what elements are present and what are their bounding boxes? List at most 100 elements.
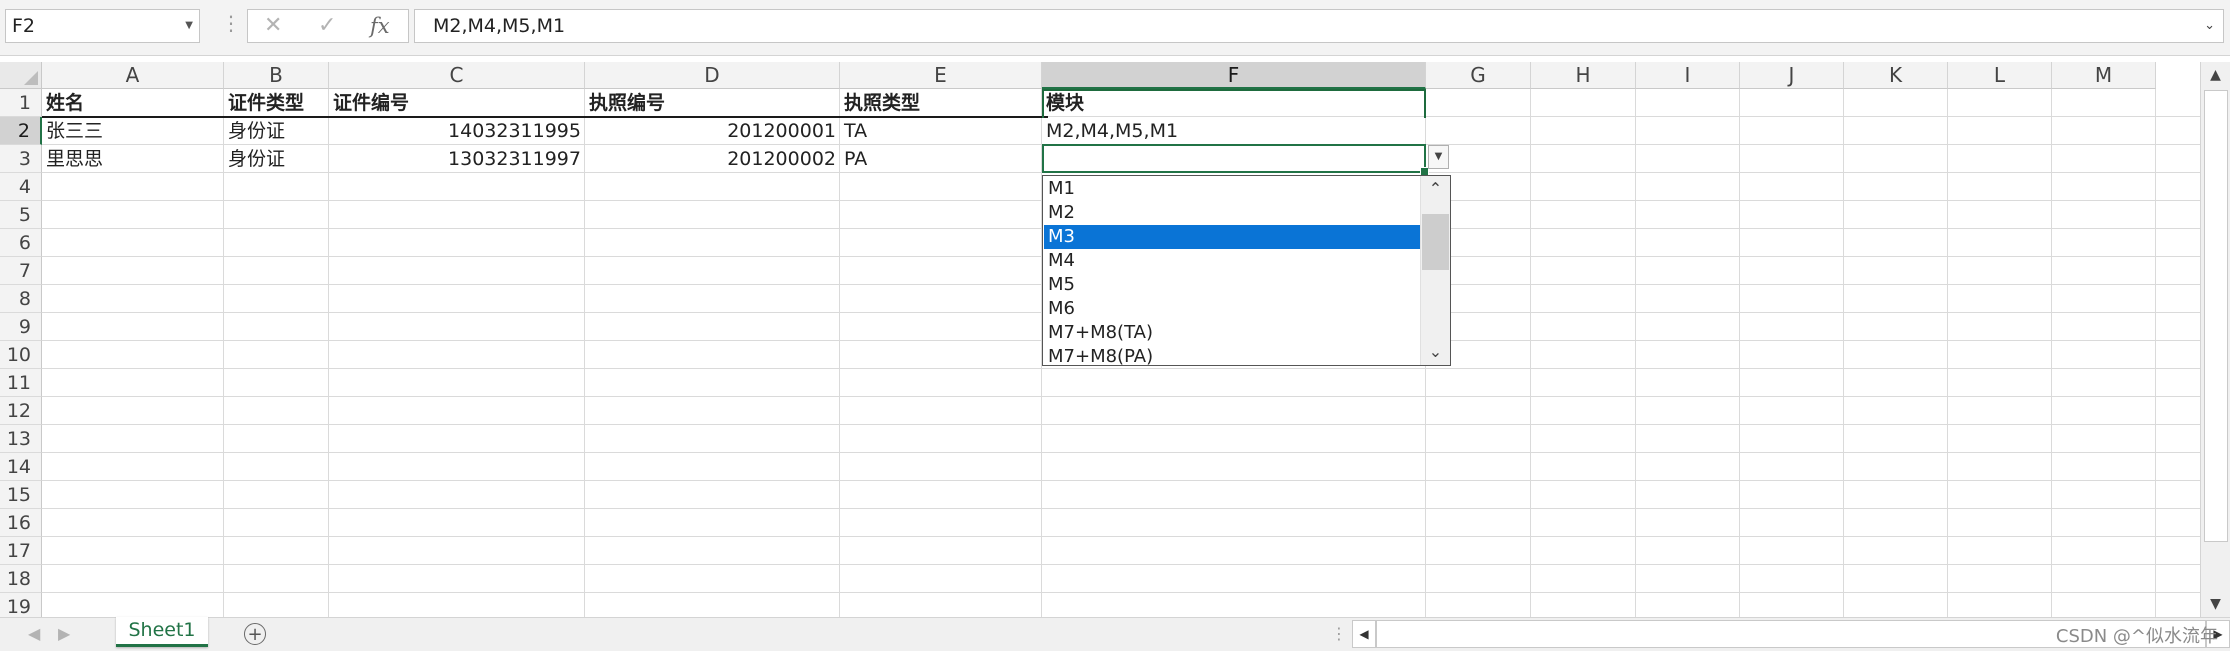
column-header-k[interactable]: K [1844, 62, 1948, 89]
dropdown-scroll-thumb[interactable] [1422, 214, 1449, 270]
row-header-14[interactable]: 14 [0, 453, 42, 481]
cancel-icon[interactable]: ✕ [264, 10, 282, 42]
dropdown-option[interactable]: M1 [1044, 177, 1421, 201]
chevron-down-icon[interactable]: ⌄ [1421, 339, 1450, 365]
validation-dropdown-list[interactable]: M1 M2 M3 M4 M5 M6 M7+M8(TA) M7+M8(PA) ⌃ ⌄ [1042, 175, 1451, 366]
row-header-1[interactable]: 1 [0, 89, 42, 117]
row-header-2[interactable]: 2 [0, 117, 42, 145]
row-header-10[interactable]: 10 [0, 341, 42, 369]
name-box[interactable]: F2 ▼ [5, 9, 200, 43]
formula-bar-grip-icon[interactable]: ⋮ [221, 13, 241, 33]
vertical-scrollbar[interactable]: ▲ ▼ [2200, 62, 2230, 617]
row-gridline [42, 536, 2200, 537]
formula-text: M2,M4,M5,M1 [433, 15, 566, 37]
dropdown-option[interactable]: M5 [1044, 273, 1421, 297]
column-header-f[interactable]: F [1042, 62, 1426, 89]
select-all-icon [24, 71, 38, 85]
cell-c1[interactable]: 证件编号 [329, 89, 585, 116]
row-header-9[interactable]: 9 [0, 313, 42, 341]
active-cell-selection[interactable] [1042, 144, 1426, 173]
prev-sheet-icon[interactable]: ◀ [28, 624, 40, 643]
column-header-j[interactable]: J [1740, 62, 1844, 89]
dropdown-option[interactable]: M6 [1044, 297, 1421, 321]
row-gridline [42, 592, 2200, 593]
formula-input[interactable]: M2,M4,M5,M1 ⌄ [414, 9, 2224, 43]
expand-formula-bar-icon[interactable]: ⌄ [2204, 10, 2215, 42]
cell-b3[interactable]: 身份证 [224, 145, 329, 172]
column-header-h[interactable]: H [1531, 62, 1636, 89]
row-header-12[interactable]: 12 [0, 397, 42, 425]
row-header-18[interactable]: 18 [0, 565, 42, 593]
column-header-a[interactable]: A [42, 62, 224, 89]
row-gridline [42, 508, 2200, 509]
row-header-13[interactable]: 13 [0, 425, 42, 453]
dropdown-option[interactable]: M7+M8(PA) [1044, 345, 1421, 365]
row-header-11[interactable]: 11 [0, 369, 42, 397]
enter-icon[interactable]: ✓ [318, 10, 336, 42]
row-gridline [42, 480, 2200, 481]
chevron-up-icon[interactable]: ⌃ [1421, 176, 1450, 202]
dropdown-scrollbar[interactable]: ⌃ ⌄ [1420, 176, 1450, 365]
dropdown-option[interactable]: M2 [1044, 201, 1421, 225]
row-header-6[interactable]: 6 [0, 229, 42, 257]
tab-splitter-icon[interactable]: ⋮ [1331, 624, 1347, 643]
cell-c3[interactable]: 13032311997 [329, 145, 585, 172]
name-box-dropdown-icon[interactable]: ▼ [185, 10, 193, 42]
cell-a1[interactable]: 姓名 [42, 89, 224, 116]
scroll-down-icon[interactable]: ▼ [2201, 591, 2230, 617]
column-header-c[interactable]: C [329, 62, 585, 89]
column-header-b[interactable]: B [224, 62, 329, 89]
column-gridline [1635, 89, 1636, 617]
row-header-4[interactable]: 4 [0, 173, 42, 201]
cell-d1[interactable]: 执照编号 [585, 89, 840, 116]
cell-d2[interactable]: 201200001 [585, 117, 840, 144]
insert-function-icon[interactable]: fx [370, 10, 390, 42]
cell-a3[interactable]: 里思思 [42, 145, 224, 172]
row-header-7[interactable]: 7 [0, 257, 42, 285]
column-gridline [1843, 89, 1844, 617]
cell-e1[interactable]: 执照类型 [840, 89, 1042, 116]
chevron-down-icon: ▼ [1434, 151, 1443, 162]
sheet-tab[interactable]: Sheet1 [116, 617, 208, 647]
cell-c2[interactable]: 14032311995 [329, 117, 585, 144]
header-row-border [42, 116, 1048, 118]
row-header-17[interactable]: 17 [0, 537, 42, 565]
scroll-left-icon[interactable]: ◀ [1352, 620, 1376, 648]
column-gridline [2155, 89, 2156, 617]
row-header-15[interactable]: 15 [0, 481, 42, 509]
row-header-16[interactable]: 16 [0, 509, 42, 537]
watermark: CSDN @^似水流年 [2055, 626, 2218, 647]
column-header-d[interactable]: D [585, 62, 840, 89]
cell-b2[interactable]: 身份证 [224, 117, 329, 144]
cell-a2[interactable]: 张三三 [42, 117, 224, 144]
column-gridline [1947, 89, 1948, 617]
sheet-bar: ◀ ▶ Sheet1 + ⋮ ◀ ▶ CSDN @^似水流年 [0, 617, 2230, 651]
scroll-up-icon[interactable]: ▲ [2201, 62, 2230, 88]
dropdown-option[interactable]: M4 [1044, 249, 1421, 273]
row-header-8[interactable]: 8 [0, 285, 42, 313]
spreadsheet-grid[interactable]: ABCDEFGHIJKLM 1 2 3 4 5 6 7 8 9 10 11 12 13 14 15 16 17 1… [0, 62, 2200, 617]
cell-e3[interactable]: PA [840, 145, 1042, 172]
vertical-scroll-thumb[interactable] [2204, 90, 2228, 542]
validation-dropdown-button[interactable]: ▼ [1428, 145, 1449, 169]
header-cell-f1-border [1042, 89, 1426, 118]
column-header-m[interactable]: M [2052, 62, 2156, 89]
cell-d3[interactable]: 201200002 [585, 145, 840, 172]
dropdown-option[interactable]: M7+M8(TA) [1044, 321, 1421, 345]
column-header-e[interactable]: E [840, 62, 1042, 89]
row-gridline [42, 424, 2200, 425]
cell-f2[interactable]: M2,M4,M5,M1 [1042, 117, 1426, 144]
next-sheet-icon[interactable]: ▶ [58, 624, 70, 643]
cell-e2[interactable]: TA [840, 117, 1042, 144]
row-header-3[interactable]: 3 [0, 145, 42, 173]
column-header-g[interactable]: G [1426, 62, 1531, 89]
column-gridline [2051, 89, 2052, 617]
row-header-5[interactable]: 5 [0, 201, 42, 229]
column-header-l[interactable]: L [1948, 62, 2052, 89]
select-all-corner[interactable] [0, 62, 42, 89]
add-sheet-icon[interactable]: + [244, 623, 266, 645]
cell-b1[interactable]: 证件类型 [224, 89, 329, 116]
column-header-i[interactable]: I [1636, 62, 1740, 89]
dropdown-option[interactable]: M3 [1044, 225, 1421, 249]
row-header-19[interactable]: 19 [0, 593, 42, 617]
